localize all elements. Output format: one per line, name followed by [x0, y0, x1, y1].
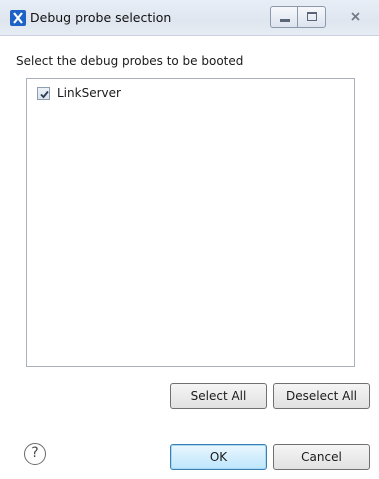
close-icon	[351, 12, 360, 21]
deselect-all-button[interactable]: Deselect All	[273, 383, 370, 409]
debug-probe-selection-dialog: Debug probe selection Select the debug p…	[0, 0, 379, 479]
close-button[interactable]	[348, 9, 364, 25]
app-icon	[10, 10, 26, 26]
maximize-button[interactable]	[298, 6, 326, 28]
list-item[interactable]: LinkServer	[37, 85, 121, 101]
probe-list[interactable]: LinkServer	[26, 78, 355, 367]
title-bar[interactable]: Debug probe selection	[0, 0, 379, 36]
cancel-button[interactable]: Cancel	[273, 444, 370, 470]
window-title: Debug probe selection	[30, 10, 172, 25]
ok-button[interactable]: OK	[170, 444, 267, 470]
checkmark-icon	[40, 90, 49, 98]
instruction-label: Select the debug probes to be booted	[16, 54, 244, 68]
minimize-button[interactable]	[270, 6, 298, 28]
maximize-icon	[307, 12, 317, 21]
select-all-button[interactable]: Select All	[170, 383, 267, 409]
minimize-icon	[280, 19, 290, 22]
linkserver-checkbox[interactable]	[37, 86, 50, 100]
list-item-label: LinkServer	[57, 86, 121, 100]
help-icon[interactable]: ?	[24, 443, 46, 465]
